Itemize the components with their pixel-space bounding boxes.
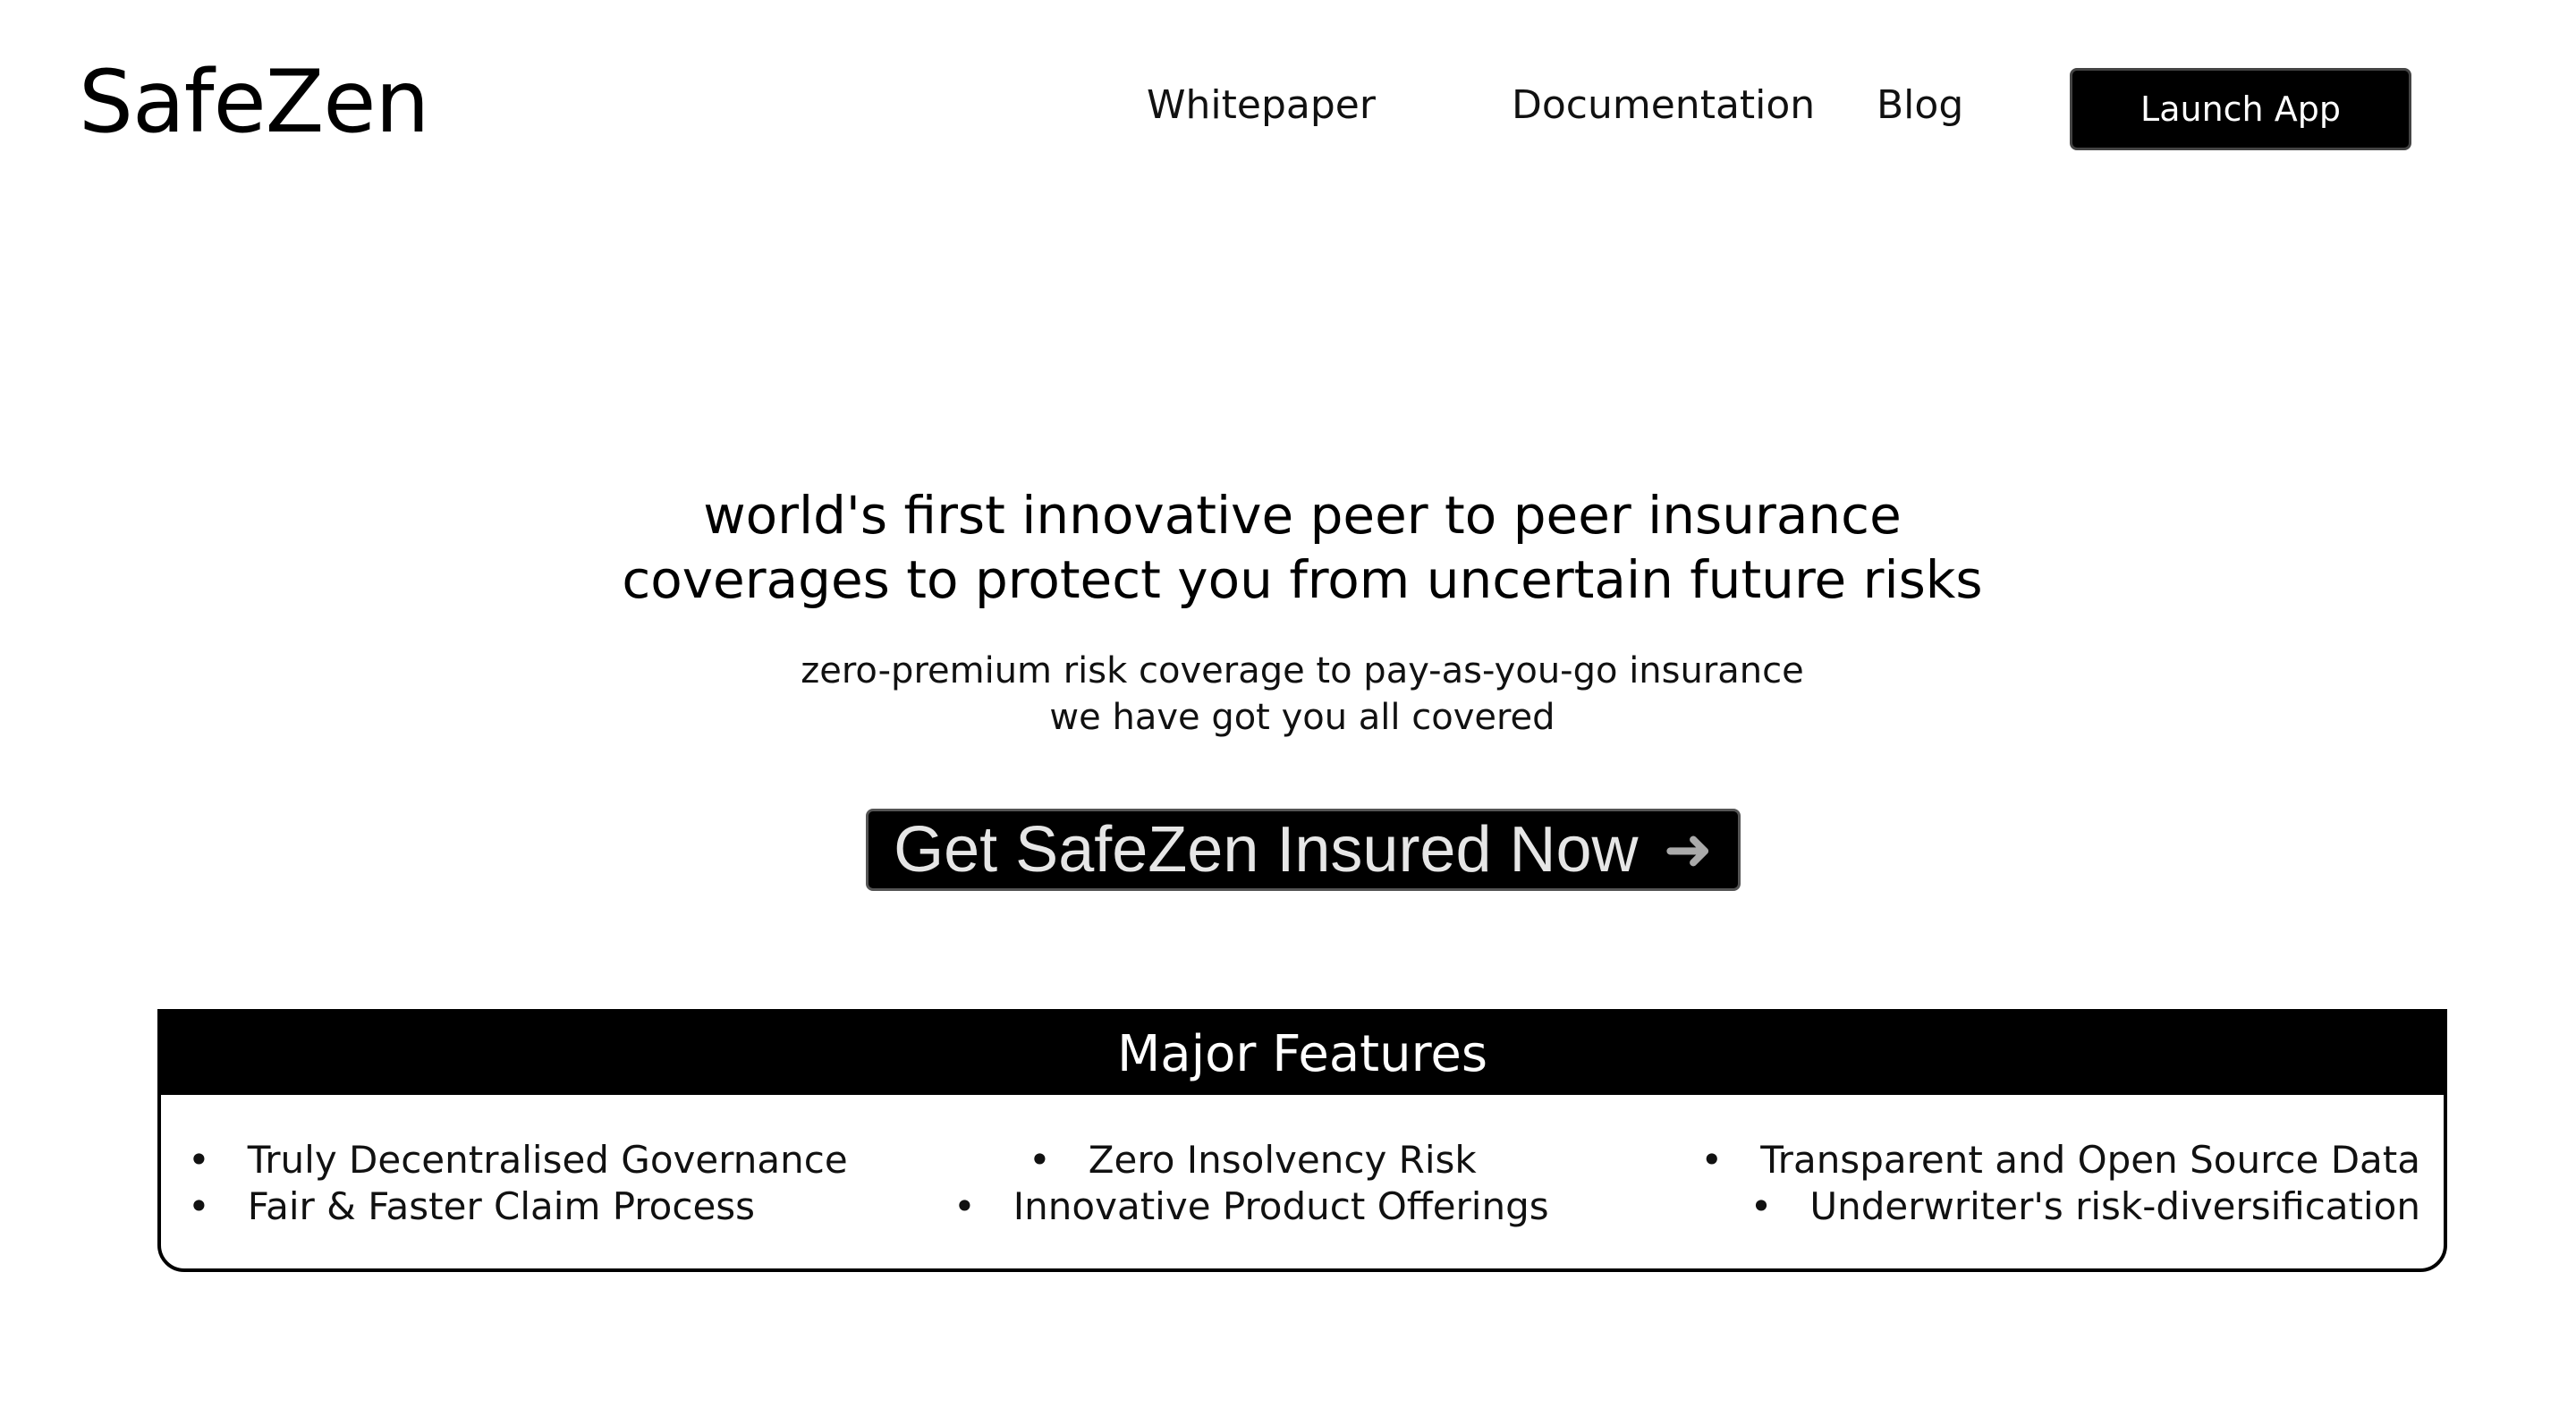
- get-insured-button-label: Get SafeZen Insured Now: [894, 814, 1639, 886]
- bullet-icon: •: [1700, 1138, 1724, 1182]
- landing-page: SafeZen Whitepaper Documentation Blog La…: [0, 0, 2576, 1408]
- bullet-icon: •: [1029, 1138, 1051, 1182]
- nav-documentation-link[interactable]: Documentation: [1512, 86, 1815, 125]
- hero-subtitle: zero-premium risk coverage to pay-as-you…: [0, 648, 2576, 741]
- bullet-icon: •: [188, 1184, 210, 1228]
- major-features-card: Major Features • Truly Decentralised Gove…: [157, 1009, 2447, 1272]
- bullet-icon: •: [1750, 1184, 1773, 1228]
- hero-title-line-2: coverages to protect you from uncertain …: [622, 549, 1983, 610]
- hero-title: world's first innovative peer to peer in…: [0, 483, 2576, 612]
- hero-title-line-1: world's first innovative peer to peer in…: [703, 485, 1902, 546]
- feature-item: • Innovative Product Offerings: [953, 1184, 1549, 1228]
- bullet-icon: •: [188, 1138, 210, 1182]
- launch-app-button[interactable]: Launch App: [2070, 68, 2411, 150]
- get-insured-button[interactable]: Get SafeZen Insured Now ➜: [866, 809, 1741, 891]
- feature-item: • Transparent and Open Source Data: [1700, 1138, 2420, 1182]
- nav-whitepaper-link[interactable]: Whitepaper: [1147, 86, 1376, 125]
- feature-item: • Underwriter's risk-diversification: [1750, 1184, 2420, 1228]
- major-features-title: Major Features: [161, 1013, 2444, 1095]
- nav-blog-link[interactable]: Blog: [1877, 86, 1963, 125]
- feature-item: • Truly Decentralised Governance: [188, 1138, 848, 1182]
- bullet-icon: •: [953, 1184, 976, 1228]
- feature-item: • Fair & Faster Claim Process: [188, 1184, 756, 1228]
- logo[interactable]: SafeZen: [79, 59, 429, 145]
- features-list: • Truly Decentralised Governance • Fair & …: [161, 1095, 2444, 1268]
- arrow-right-icon: ➜: [1663, 815, 1713, 884]
- hero-subtitle-line-2: we have got you all covered: [1049, 697, 1555, 738]
- hero-subtitle-line-1: zero-premium risk coverage to pay-as-you…: [801, 650, 1804, 691]
- feature-item: • Zero Insolvency Risk: [1029, 1138, 1477, 1182]
